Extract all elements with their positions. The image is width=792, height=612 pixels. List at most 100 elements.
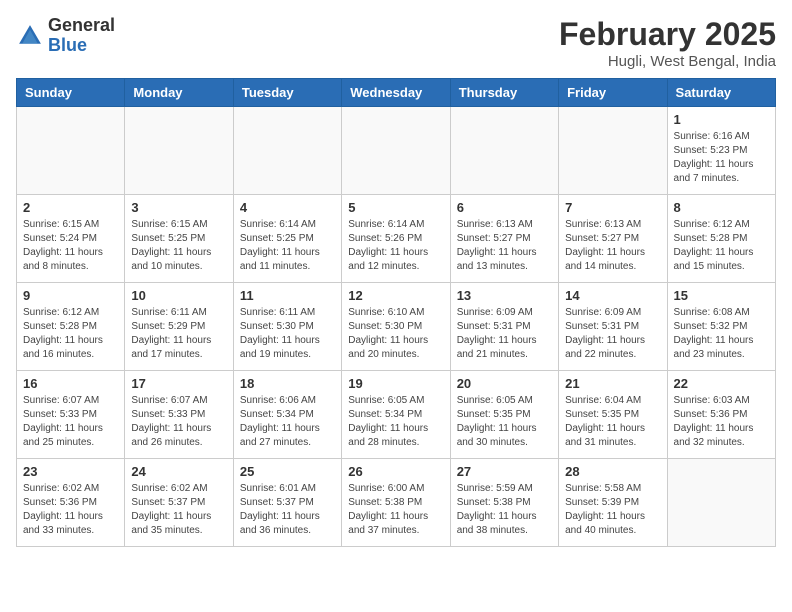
day-detail: Sunrise: 6:11 AM Sunset: 5:29 PM Dayligh… — [131, 306, 226, 362]
day-detail: Sunrise: 5:58 AM Sunset: 5:39 PM Dayligh… — [565, 482, 660, 538]
day-number: 17 — [131, 376, 226, 391]
day-detail: Sunrise: 6:10 AM Sunset: 5:30 PM Dayligh… — [348, 306, 443, 362]
weekday-header-row: SundayMondayTuesdayWednesdayThursdayFrid… — [17, 79, 776, 107]
weekday-header-saturday: Saturday — [667, 79, 775, 107]
logo-blue-text: Blue — [48, 35, 87, 55]
location: Hugli, West Bengal, India — [559, 53, 776, 70]
calendar-cell: 22Sunrise: 6:03 AM Sunset: 5:36 PM Dayli… — [667, 371, 775, 459]
day-detail: Sunrise: 6:05 AM Sunset: 5:34 PM Dayligh… — [348, 394, 443, 450]
day-detail: Sunrise: 6:04 AM Sunset: 5:35 PM Dayligh… — [565, 394, 660, 450]
day-detail: Sunrise: 6:01 AM Sunset: 5:37 PM Dayligh… — [240, 482, 335, 538]
calendar-cell: 17Sunrise: 6:07 AM Sunset: 5:33 PM Dayli… — [125, 371, 233, 459]
day-detail: Sunrise: 6:15 AM Sunset: 5:25 PM Dayligh… — [131, 218, 226, 274]
calendar-cell: 7 Sunrise: 6:13 AM Sunset: 5:27 PM Daylig… — [559, 195, 667, 283]
calendar-cell — [125, 107, 233, 195]
day-detail: Sunrise: 6:06 AM Sunset: 5:34 PM Dayligh… — [240, 394, 335, 450]
day-number: 12 — [348, 288, 443, 303]
logo: General Blue — [16, 16, 115, 56]
day-detail: Sunrise: 6:14 AM Sunset: 5:25 PM Dayligh… — [240, 218, 335, 274]
weekday-header-wednesday: Wednesday — [342, 79, 450, 107]
calendar-week-row: 16Sunrise: 6:07 AM Sunset: 5:33 PM Dayli… — [17, 371, 776, 459]
logo-icon — [16, 22, 44, 50]
day-detail: Sunrise: 6:15 AM Sunset: 5:24 PM Dayligh… — [23, 218, 118, 274]
calendar-cell: 14 Sunrise: 6:09 AM Sunset: 5:31 PM Dayli… — [559, 283, 667, 371]
day-number: 22 — [674, 376, 769, 391]
day-number: 2 — [23, 200, 118, 215]
weekday-header-friday: Friday — [559, 79, 667, 107]
calendar-cell: 12 Sunrise: 6:10 AM Sunset: 5:30 PM Dayli… — [342, 283, 450, 371]
calendar-cell: 20 Sunrise: 6:05 AM Sunset: 5:35 PM Dayli… — [450, 371, 558, 459]
calendar-week-row: 1 Sunrise: 6:16 AM Sunset: 5:23 PM Daylig… — [17, 107, 776, 195]
calendar-cell — [17, 107, 125, 195]
calendar-cell: 19 Sunrise: 6:05 AM Sunset: 5:34 PM Dayli… — [342, 371, 450, 459]
calendar-cell: 25 Sunrise: 6:01 AM Sunset: 5:37 PM Dayli… — [233, 459, 341, 547]
weekday-header-thursday: Thursday — [450, 79, 558, 107]
calendar-cell: 15 Sunrise: 6:08 AM Sunset: 5:32 PM Dayli… — [667, 283, 775, 371]
calendar-cell: 5Sunrise: 6:14 AM Sunset: 5:26 PM Daylig… — [342, 195, 450, 283]
day-number: 28 — [565, 464, 660, 479]
day-detail: Sunrise: 6:07 AM Sunset: 5:33 PM Dayligh… — [23, 394, 118, 450]
calendar-cell — [342, 107, 450, 195]
calendar-cell — [667, 459, 775, 547]
weekday-header-tuesday: Tuesday — [233, 79, 341, 107]
day-detail: Sunrise: 6:00 AM Sunset: 5:38 PM Dayligh… — [348, 482, 443, 538]
calendar-cell: 4 Sunrise: 6:14 AM Sunset: 5:25 PM Daylig… — [233, 195, 341, 283]
calendar-cell: 8Sunrise: 6:12 AM Sunset: 5:28 PM Daylig… — [667, 195, 775, 283]
day-detail: Sunrise: 5:59 AM Sunset: 5:38 PM Dayligh… — [457, 482, 552, 538]
day-detail: Sunrise: 6:12 AM Sunset: 5:28 PM Dayligh… — [23, 306, 118, 362]
day-number: 15 — [674, 288, 769, 303]
calendar-cell: 11 Sunrise: 6:11 AM Sunset: 5:30 PM Dayli… — [233, 283, 341, 371]
day-number: 9 — [23, 288, 118, 303]
calendar-week-row: 9 Sunrise: 6:12 AM Sunset: 5:28 PM Daylig… — [17, 283, 776, 371]
calendar-cell: 18Sunrise: 6:06 AM Sunset: 5:34 PM Dayli… — [233, 371, 341, 459]
day-number: 6 — [457, 200, 552, 215]
day-detail: Sunrise: 6:02 AM Sunset: 5:37 PM Dayligh… — [131, 482, 226, 538]
day-detail: Sunrise: 6:13 AM Sunset: 5:27 PM Dayligh… — [457, 218, 552, 274]
day-number: 21 — [565, 376, 660, 391]
day-detail: Sunrise: 6:05 AM Sunset: 5:35 PM Dayligh… — [457, 394, 552, 450]
day-number: 3 — [131, 200, 226, 215]
calendar-cell: 2 Sunrise: 6:15 AM Sunset: 5:24 PM Daylig… — [17, 195, 125, 283]
day-detail: Sunrise: 6:02 AM Sunset: 5:36 PM Dayligh… — [23, 482, 118, 538]
calendar-cell — [450, 107, 558, 195]
day-detail: Sunrise: 6:11 AM Sunset: 5:30 PM Dayligh… — [240, 306, 335, 362]
day-number: 8 — [674, 200, 769, 215]
day-detail: Sunrise: 6:08 AM Sunset: 5:32 PM Dayligh… — [674, 306, 769, 362]
day-number: 27 — [457, 464, 552, 479]
day-number: 20 — [457, 376, 552, 391]
day-number: 25 — [240, 464, 335, 479]
calendar-cell: 27 Sunrise: 5:59 AM Sunset: 5:38 PM Dayli… — [450, 459, 558, 547]
calendar-week-row: 2 Sunrise: 6:15 AM Sunset: 5:24 PM Daylig… — [17, 195, 776, 283]
day-number: 7 — [565, 200, 660, 215]
calendar-cell: 1 Sunrise: 6:16 AM Sunset: 5:23 PM Daylig… — [667, 107, 775, 195]
day-number: 4 — [240, 200, 335, 215]
day-detail: Sunrise: 6:13 AM Sunset: 5:27 PM Dayligh… — [565, 218, 660, 274]
calendar-cell: 3 Sunrise: 6:15 AM Sunset: 5:25 PM Daylig… — [125, 195, 233, 283]
day-number: 11 — [240, 288, 335, 303]
logo-general-text: General — [48, 15, 115, 35]
calendar-cell: 10 Sunrise: 6:11 AM Sunset: 5:29 PM Dayli… — [125, 283, 233, 371]
day-detail: Sunrise: 6:09 AM Sunset: 5:31 PM Dayligh… — [457, 306, 552, 362]
month-title: February 2025 — [559, 16, 776, 53]
calendar-cell: 24 Sunrise: 6:02 AM Sunset: 5:37 PM Dayli… — [125, 459, 233, 547]
day-detail: Sunrise: 6:09 AM Sunset: 5:31 PM Dayligh… — [565, 306, 660, 362]
day-number: 1 — [674, 112, 769, 127]
page-header: General Blue February 2025 Hugli, West B… — [16, 16, 776, 70]
day-number: 19 — [348, 376, 443, 391]
calendar-cell: 23Sunrise: 6:02 AM Sunset: 5:36 PM Dayli… — [17, 459, 125, 547]
day-number: 10 — [131, 288, 226, 303]
calendar-cell: 16Sunrise: 6:07 AM Sunset: 5:33 PM Dayli… — [17, 371, 125, 459]
calendar-cell: 9 Sunrise: 6:12 AM Sunset: 5:28 PM Daylig… — [17, 283, 125, 371]
day-number: 26 — [348, 464, 443, 479]
day-detail: Sunrise: 6:16 AM Sunset: 5:23 PM Dayligh… — [674, 130, 769, 186]
calendar-cell: 13Sunrise: 6:09 AM Sunset: 5:31 PM Dayli… — [450, 283, 558, 371]
weekday-header-sunday: Sunday — [17, 79, 125, 107]
day-number: 5 — [348, 200, 443, 215]
title-block: February 2025 Hugli, West Bengal, India — [559, 16, 776, 70]
weekday-header-monday: Monday — [125, 79, 233, 107]
day-number: 14 — [565, 288, 660, 303]
calendar-cell: 6 Sunrise: 6:13 AM Sunset: 5:27 PM Daylig… — [450, 195, 558, 283]
day-number: 24 — [131, 464, 226, 479]
calendar-table: SundayMondayTuesdayWednesdayThursdayFrid… — [16, 78, 776, 547]
calendar-cell — [233, 107, 341, 195]
